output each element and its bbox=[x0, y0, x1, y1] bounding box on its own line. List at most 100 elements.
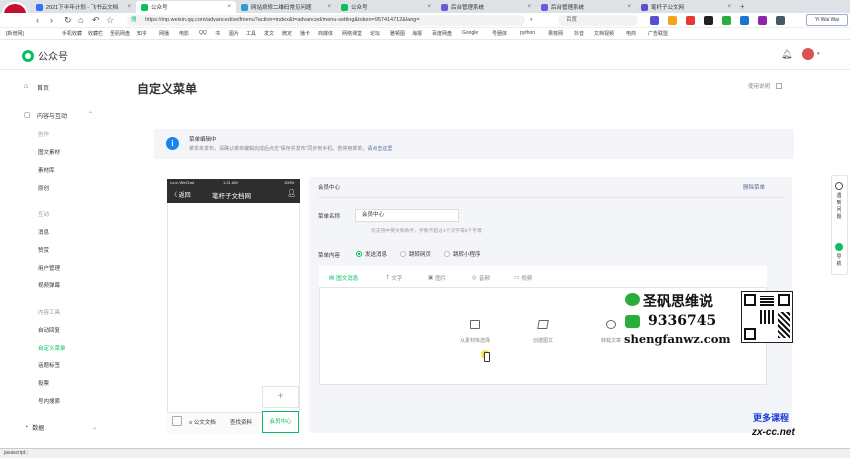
bookmark[interactable]: 工具 bbox=[246, 30, 256, 37]
sidebar-item-autoreply[interactable]: 自动回复 bbox=[38, 326, 60, 334]
tab-video[interactable]: ▭ 视频 bbox=[514, 274, 532, 282]
extension-icon[interactable] bbox=[668, 16, 677, 25]
create-article-button[interactable]: 创建图文 bbox=[513, 320, 573, 344]
close-icon[interactable]: × bbox=[127, 4, 131, 10]
sidebar-item-search[interactable]: 号内搜索 bbox=[38, 397, 60, 405]
help-link[interactable]: 使用说明 bbox=[748, 82, 770, 90]
bookmark[interactable]: 发文 bbox=[264, 30, 274, 37]
sidebar-item-danmaku[interactable]: 视频弹幕 bbox=[38, 281, 60, 289]
undo-icon[interactable]: ↶ bbox=[92, 15, 100, 26]
browser-tab[interactable]: 后台管理系统 × bbox=[536, 1, 636, 13]
browser-tab[interactable]: 笔杆子公文网 × bbox=[636, 1, 736, 13]
phone-menu-item[interactable]: ≡ 公文文档 bbox=[189, 418, 216, 426]
tab-text[interactable]: T 文字 bbox=[386, 274, 402, 282]
help-panel-nav[interactable]: 导航 bbox=[835, 254, 843, 268]
browser-tab[interactable]: 网站烦修二维码常见问题 × bbox=[236, 1, 336, 13]
add-submenu-button[interactable]: + bbox=[262, 386, 299, 408]
star-icon[interactable]: ☆ bbox=[106, 15, 114, 26]
bookmark[interactable]: 雅顿图 bbox=[390, 30, 405, 37]
bookmark[interactable]: 播卡 bbox=[300, 30, 310, 37]
back-icon[interactable]: ‹ bbox=[36, 15, 39, 26]
bookmark[interactable]: 广告联盟 bbox=[648, 30, 668, 37]
extension-icon[interactable] bbox=[686, 16, 695, 25]
dropdown-icon[interactable]: ▾ bbox=[530, 17, 533, 23]
extension-icon[interactable] bbox=[722, 16, 731, 25]
help-panel-issues[interactable]: 遇到问题 bbox=[835, 193, 843, 221]
browser-tab[interactable]: 后台管理系统 × bbox=[436, 1, 536, 13]
account-avatar[interactable] bbox=[802, 48, 814, 60]
phone-menu-item-active[interactable]: 会员中心 bbox=[262, 411, 299, 433]
extension-icon[interactable] bbox=[758, 16, 767, 25]
question-icon[interactable] bbox=[835, 182, 843, 190]
sidebar-item-rewards[interactable]: 赞赏 bbox=[38, 246, 49, 254]
bookmark[interactable]: 书 bbox=[215, 30, 220, 37]
bookmark[interactable]: 微定 bbox=[282, 30, 292, 37]
extension-icon[interactable] bbox=[704, 16, 713, 25]
sidebar-item-articles[interactable]: 图文素材 bbox=[38, 148, 60, 156]
bookmark[interactable]: [新增网] bbox=[6, 30, 24, 37]
notice-link[interactable]: 请点击这里 bbox=[367, 146, 392, 152]
bookmark[interactable]: 收藏栏 bbox=[88, 30, 103, 37]
bookmark[interactable]: 网络课堂 bbox=[342, 30, 362, 37]
bookmark[interactable]: 知乎 bbox=[137, 30, 147, 37]
profile-label[interactable]: Yi Wai Wai bbox=[806, 14, 848, 26]
sidebar-group-data[interactable]: ◔ 数据 ⌄ bbox=[24, 423, 97, 432]
bookmark[interactable]: 手机收藏 bbox=[62, 30, 82, 37]
bell-icon[interactable]: 🔔︎ bbox=[781, 49, 792, 60]
bookmark[interactable]: 网播 bbox=[159, 30, 169, 37]
tab-image[interactable]: ▣ 图片 bbox=[428, 274, 446, 282]
keyboard-icon[interactable] bbox=[172, 416, 182, 426]
chevron-up-icon[interactable]: ⌃ bbox=[88, 111, 93, 118]
extension-icon[interactable] bbox=[776, 16, 785, 25]
radio-miniprogram[interactable]: 跳转小程序 bbox=[444, 250, 481, 258]
new-tab-icon[interactable]: + bbox=[740, 2, 745, 11]
bookmark[interactable]: 抖音 bbox=[574, 30, 584, 37]
bookmark[interactable]: 商媒体 bbox=[318, 30, 333, 37]
sidebar-item-library[interactable]: 素材库 bbox=[38, 166, 55, 174]
bookmark[interactable]: 海报 bbox=[412, 30, 422, 37]
extension-icon[interactable] bbox=[650, 16, 659, 25]
select-from-library-button[interactable]: 从素材库选择 bbox=[445, 320, 505, 344]
bookmark[interactable]: 文档视频 bbox=[594, 30, 614, 37]
browser-tab[interactable]: 公众号 × bbox=[336, 1, 436, 13]
sidebar-item-original[interactable]: 原创 bbox=[38, 184, 49, 192]
sidebar-item-vote[interactable]: 投票 bbox=[38, 379, 49, 387]
sidebar-item-custom-menu[interactable]: 自定义菜单 bbox=[38, 344, 66, 352]
brand-logo[interactable]: 公众号 bbox=[22, 48, 68, 63]
sidebar-item-messages[interactable]: 消息 bbox=[38, 228, 49, 236]
sidebar-group-content[interactable]: 内容与互动 bbox=[37, 111, 67, 120]
tab-news[interactable]: ▤ 图文消息 bbox=[329, 274, 358, 282]
browser-tab[interactable]: 2021下半年计划 - 飞书云文档 × bbox=[31, 1, 136, 13]
bookmark[interactable]: 号圈体 bbox=[492, 30, 507, 37]
menu-name-input[interactable]: 会员中心 bbox=[355, 209, 459, 222]
close-icon[interactable]: × bbox=[627, 4, 631, 10]
tab-audio[interactable]: ◎ 音频 bbox=[472, 274, 490, 282]
nav-icon[interactable] bbox=[835, 243, 843, 251]
bookmark[interactable]: QQ bbox=[199, 30, 207, 36]
bookmark[interactable]: Google bbox=[462, 30, 478, 36]
chevron-down-icon[interactable]: ▾ bbox=[817, 51, 820, 57]
sidebar-item-users[interactable]: 用户管理 bbox=[38, 264, 60, 272]
bookmark[interactable]: 电影 bbox=[179, 30, 189, 37]
bookmark[interactable]: 圣矾网盘 bbox=[110, 30, 130, 37]
sidebar-item-tags[interactable]: 话题标签 bbox=[38, 361, 60, 369]
delete-menu-button[interactable]: 删除菜单 bbox=[743, 183, 765, 191]
radio-send-message[interactable]: 发送消息 bbox=[356, 250, 387, 258]
bookmark[interactable]: python bbox=[520, 30, 535, 36]
close-icon[interactable]: × bbox=[227, 4, 231, 10]
bookmark[interactable]: 论坛 bbox=[370, 30, 380, 37]
search-engine-box[interactable]: 百度 bbox=[558, 15, 638, 26]
bookmark[interactable]: 图片 bbox=[229, 30, 239, 37]
browser-tab-active[interactable]: 公众号 × bbox=[136, 1, 236, 13]
close-icon[interactable]: × bbox=[527, 4, 531, 10]
home-icon[interactable]: ⌂ bbox=[78, 15, 83, 26]
bookmark[interactable]: 百度网盘 bbox=[432, 30, 452, 37]
forward-icon[interactable]: › bbox=[50, 15, 53, 26]
close-icon[interactable]: × bbox=[727, 4, 731, 10]
phone-menu-item[interactable]: 查找资料 bbox=[230, 418, 252, 426]
sidebar-item-home[interactable]: 首页 bbox=[37, 83, 49, 92]
bookmark[interactable]: 电商 bbox=[626, 30, 636, 37]
refresh-icon[interactable]: ↻ bbox=[64, 15, 72, 26]
phone-back-button[interactable]: 〈 返回 bbox=[171, 190, 191, 199]
extension-icon[interactable] bbox=[740, 16, 749, 25]
